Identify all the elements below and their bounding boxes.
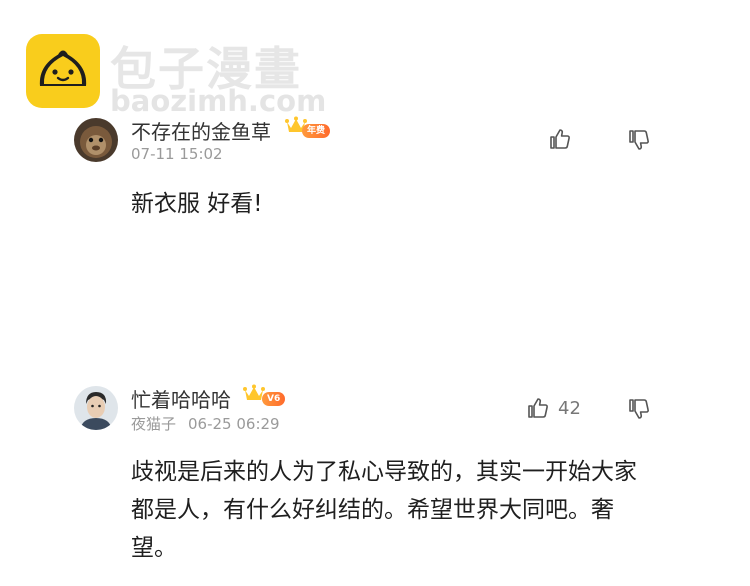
comment-text: 新衣服 好看! [131, 191, 263, 217]
thumbs-up-icon [528, 398, 548, 418]
thumbs-down-icon [629, 130, 649, 150]
user-tag: 夜猫子 [131, 415, 177, 433]
comment-username[interactable]: 忙着哈哈哈 [131, 384, 231, 413]
vip-badge: 年费 [302, 124, 331, 138]
like-button[interactable]: 42 [526, 396, 581, 420]
thumbs-up-icon [550, 129, 570, 149]
comment-meta: 07-11 15:02 [131, 145, 235, 163]
dislike-button[interactable] [627, 397, 651, 421]
thumbs-down-icon [629, 399, 649, 419]
watermark-url: baozimh.com [110, 84, 327, 118]
dislike-button[interactable] [627, 128, 651, 152]
comment-meta: 夜猫子 06-25 06:29 [131, 413, 292, 434]
comment-username[interactable]: 不存在的金鱼草 [131, 116, 271, 145]
comment-time: 07-11 15:02 [131, 145, 223, 163]
comment-text: 歧视是后来的人为了私心导致的，其实一开始大家都是人，有什么好纠结的。希望世界大同… [131, 459, 637, 561]
like-button[interactable] [548, 127, 572, 151]
baozi-logo [26, 34, 100, 108]
monkey-avatar[interactable] [74, 118, 118, 162]
level-badge: V6 [262, 392, 286, 406]
like-count: 42 [558, 397, 581, 419]
comment-time: 06-25 06:29 [188, 415, 280, 433]
man-avatar[interactable] [74, 386, 118, 430]
